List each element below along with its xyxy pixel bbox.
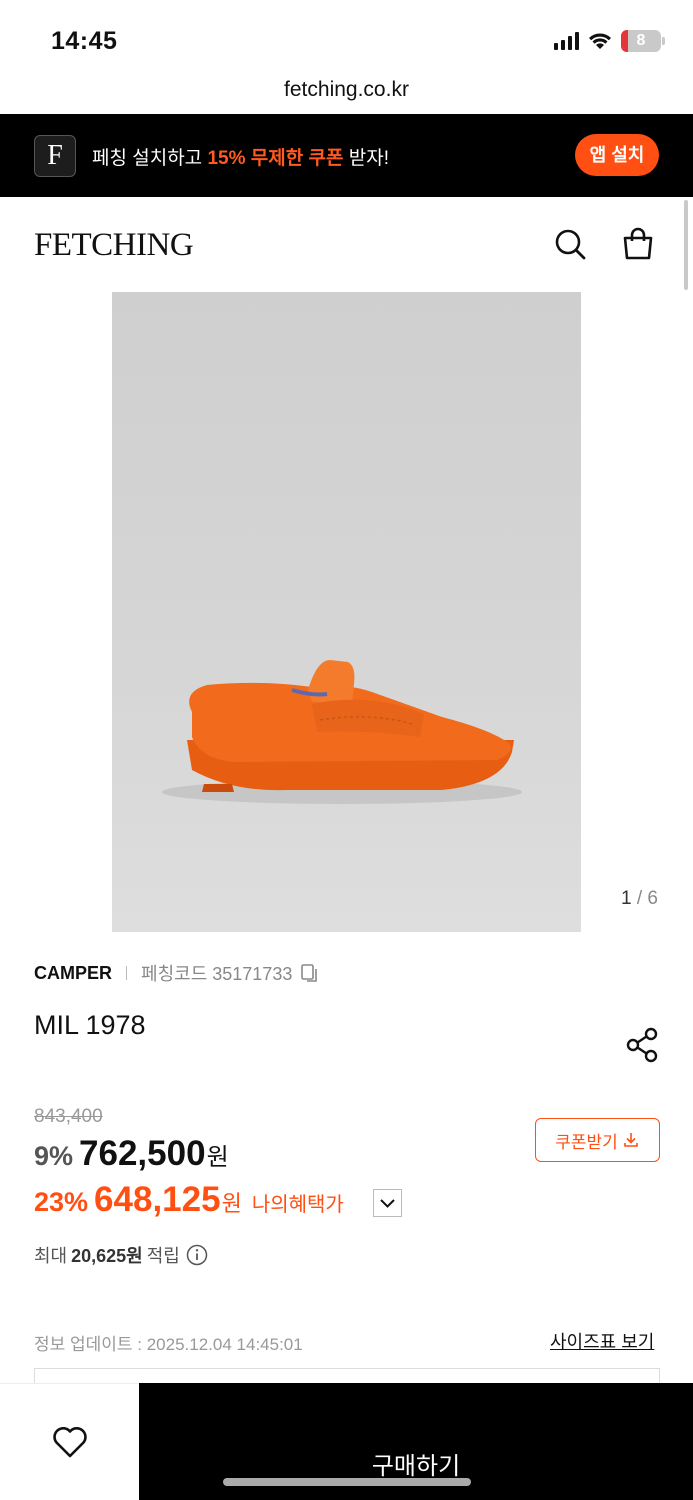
points-value: 20,625원 [71, 1246, 143, 1266]
status-time: 14:45 [51, 27, 118, 55]
share-icon[interactable] [624, 1027, 660, 1063]
download-icon [623, 1133, 638, 1147]
size-chart-link[interactable]: 사이즈표 보기 [550, 1328, 654, 1354]
benefit-price: 648,125 [94, 1180, 221, 1219]
home-indicator [223, 1478, 471, 1486]
image-counter-total: 6 [647, 888, 658, 909]
currency-unit: 원 [206, 1144, 229, 1171]
banner-text-highlight: 15% 무제한 쿠폰 [207, 148, 344, 169]
brand-name[interactable]: CAMPER [34, 963, 112, 984]
search-icon[interactable] [553, 227, 587, 261]
banner-text-post: 받자! [343, 148, 389, 169]
update-info: 정보 업데이트 : 2025.12.04 14:45:01 [34, 1335, 303, 1354]
shopping-bag-icon[interactable] [621, 227, 655, 261]
image-counter-current: 1 [621, 888, 632, 909]
status-bar: 14:45 8 [0, 0, 693, 78]
brand-row: CAMPER 페칭코드 35171733 [34, 960, 320, 986]
discount-rate: 9% [34, 1141, 74, 1171]
points-suffix: 적립 [146, 1246, 180, 1266]
browser-url-bar[interactable]: fetching.co.kr [0, 78, 693, 114]
wifi-icon [589, 33, 611, 49]
sale-price-row: 9% 762,500 원 [34, 1134, 229, 1174]
site-header: FETCHING [0, 197, 693, 292]
get-coupon-button[interactable]: 쿠폰받기 [535, 1118, 660, 1162]
original-price: 843,400 [34, 1106, 103, 1127]
loafer-shoe-image [162, 660, 522, 804]
heart-icon [53, 1427, 87, 1458]
points-prefix: 최대 [34, 1246, 68, 1266]
image-counter-divider: / [631, 888, 648, 909]
product-name: MIL 1978 [34, 1010, 146, 1040]
site-logo[interactable]: FETCHING [34, 227, 194, 264]
image-counter: 1 / 6 [621, 888, 658, 910]
copy-icon[interactable] [300, 963, 320, 983]
app-logo-icon: F [34, 135, 76, 177]
cellular-signal-icon [554, 32, 579, 50]
banner-text-pre: 페칭 설치하고 [92, 148, 208, 169]
divider [126, 966, 128, 980]
benefit-discount-rate: 23% [34, 1187, 89, 1217]
info-icon[interactable] [186, 1244, 208, 1266]
product-image[interactable] [112, 292, 581, 932]
app-install-button[interactable]: 앱 설치 [575, 134, 659, 176]
benefit-label: 나의혜택가 [251, 1194, 344, 1216]
sale-price: 762,500 [79, 1134, 206, 1173]
chevron-down-icon [380, 1199, 395, 1208]
wishlist-button[interactable] [0, 1383, 139, 1500]
status-icons: 8 [554, 30, 665, 52]
coupon-button-label: 쿠폰받기 [555, 1132, 618, 1152]
benefit-expand-button[interactable] [373, 1189, 402, 1217]
battery-icon: 8 [621, 30, 665, 52]
benefit-price-row: 23% 648,125 원 나의혜택가 [34, 1180, 344, 1220]
points-info: 최대 20,625원 적립 [34, 1242, 208, 1268]
battery-level: 8 [636, 32, 646, 49]
product-code: 페칭코드 35171733 [141, 964, 293, 984]
scroll-indicator [684, 200, 688, 290]
benefit-currency-unit: 원 [221, 1191, 242, 1216]
banner-text: 페칭 설치하고 15% 무제한 쿠폰 받자! [92, 143, 389, 170]
